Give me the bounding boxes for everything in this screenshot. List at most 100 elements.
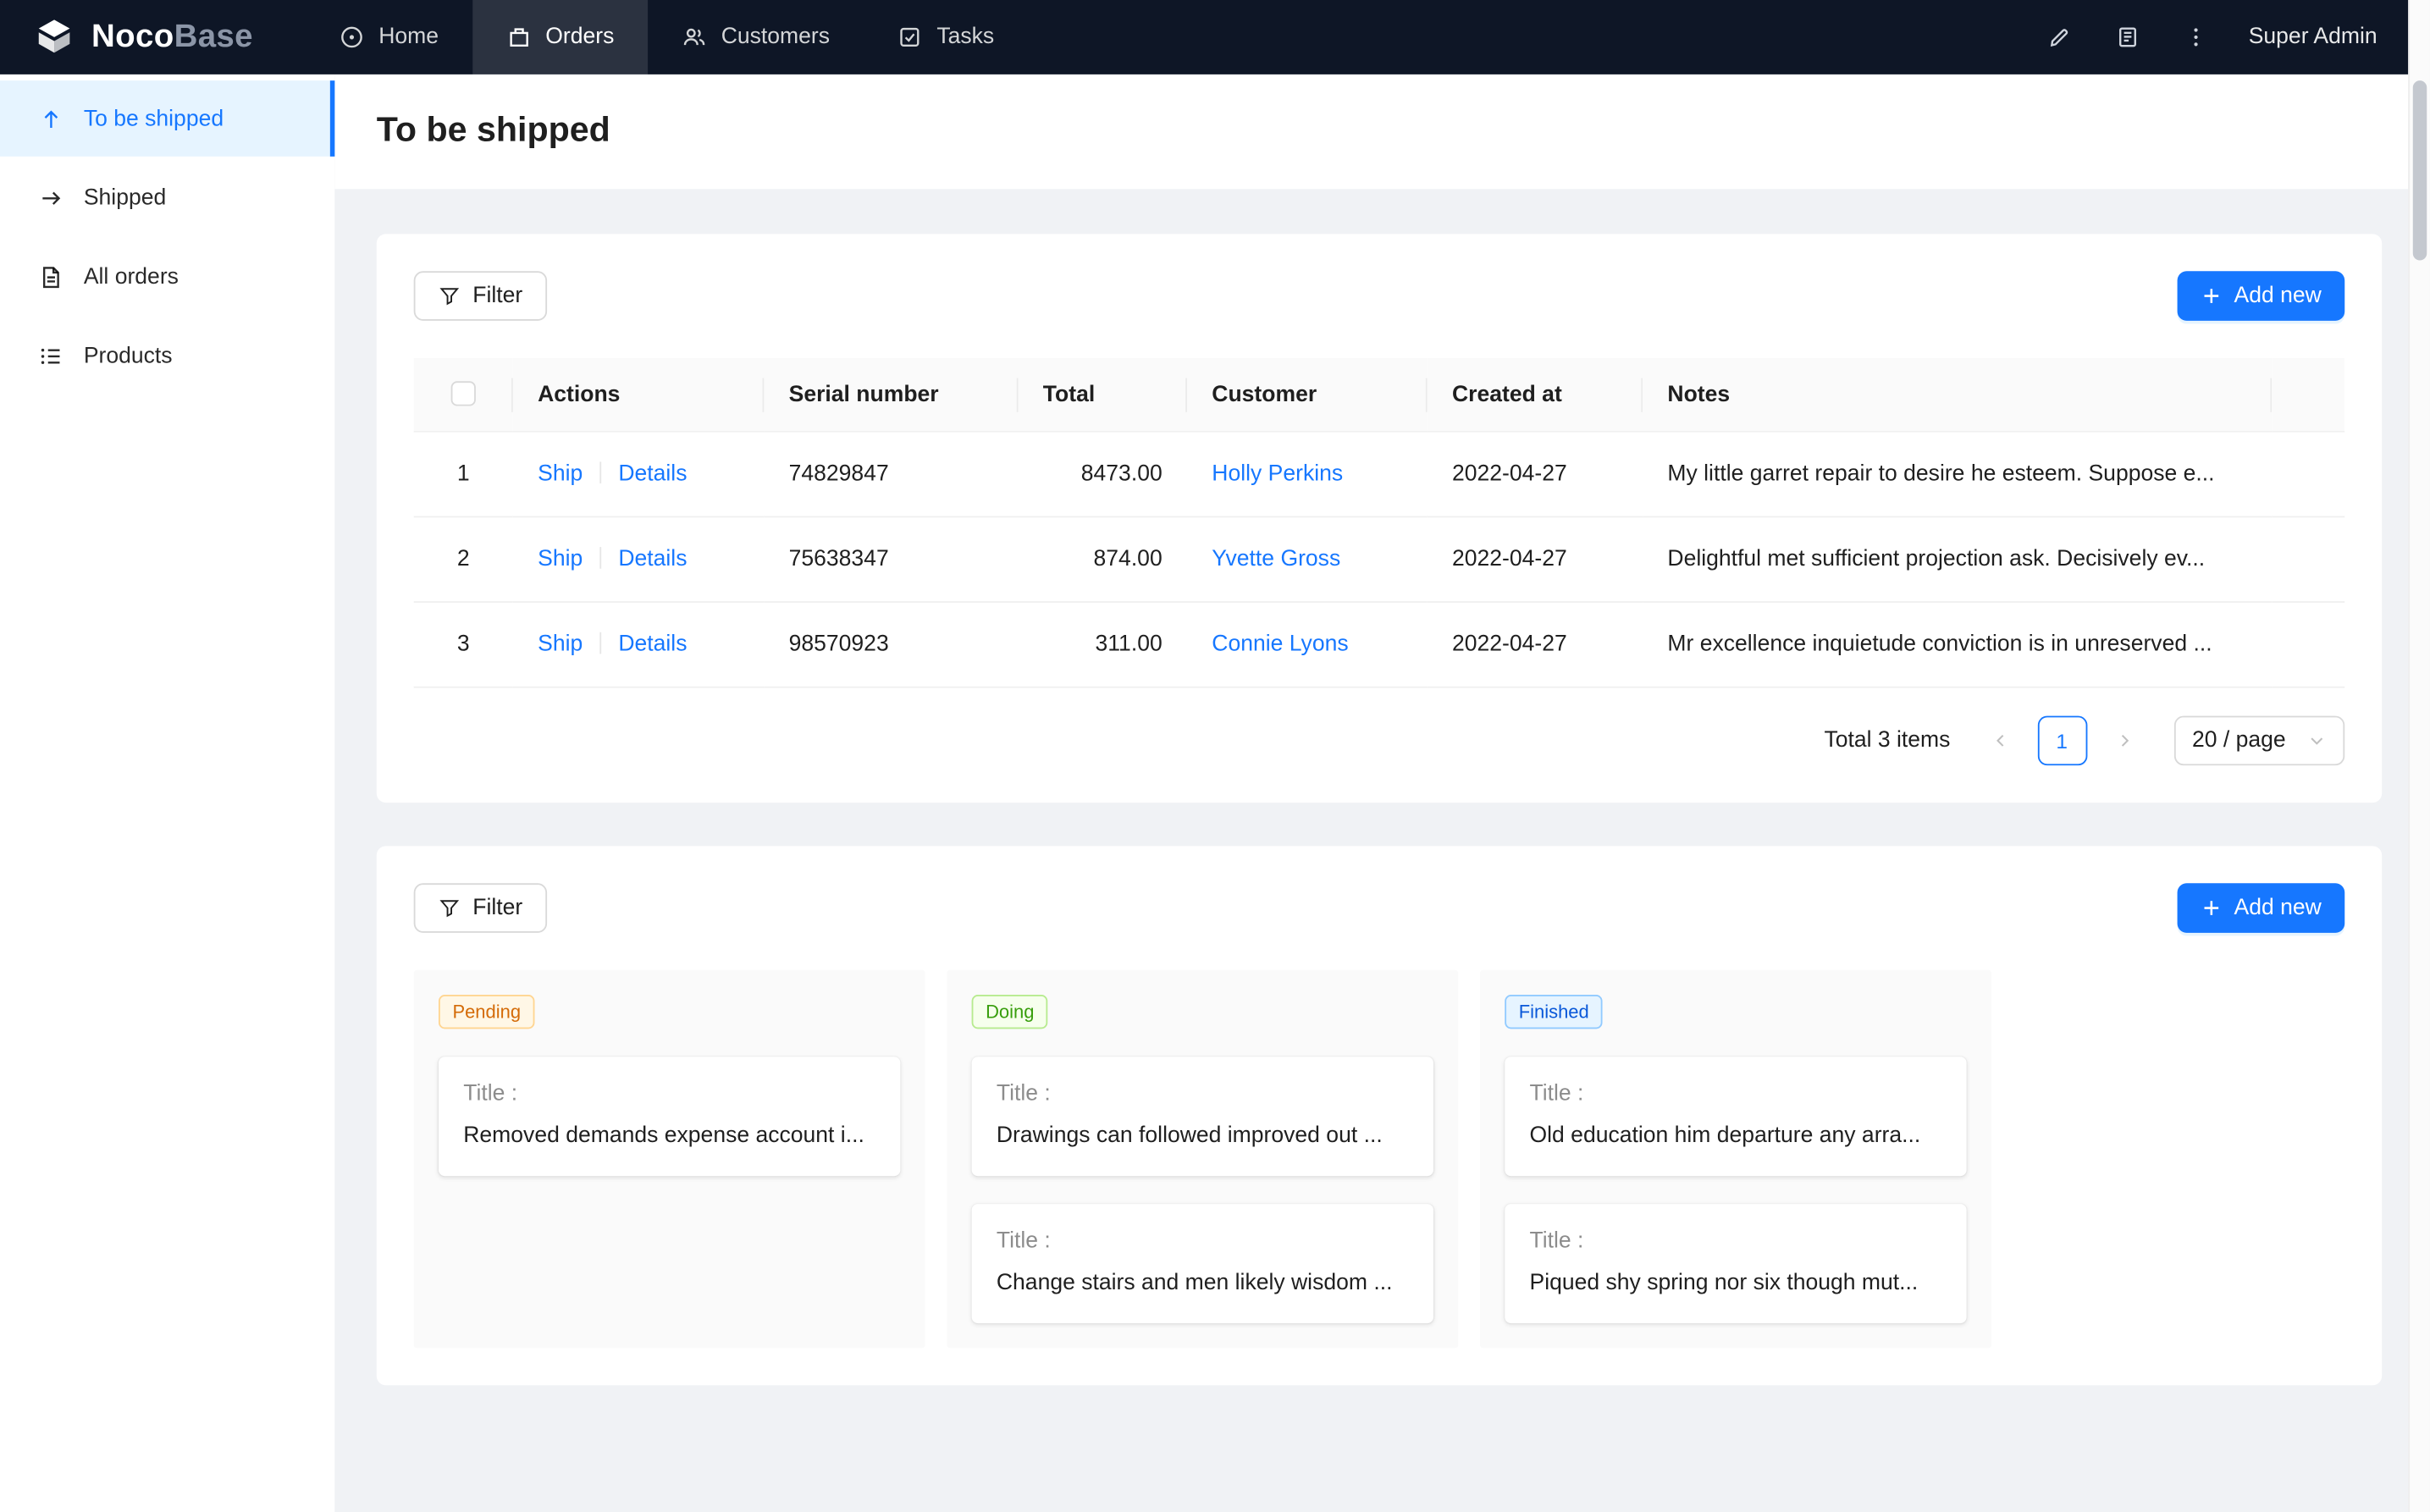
column-header-created-at[interactable]: Created at [1428,358,1643,432]
nav-tasks-label: Tasks [936,25,994,49]
serial-number-cell: 74829847 [764,432,1018,517]
logo-base: Base [174,19,253,54]
notes-cell: Mr excellence inquietude conviction is i… [1643,602,2272,687]
main-area: To be shipped Filter [334,74,2408,1512]
pagination-prev-button[interactable] [1975,716,2025,766]
orders-table: Actions Serial number Total Customer Cre… [414,358,2345,688]
kanban-filter-button[interactable]: Filter [414,883,548,933]
sidebar-item-all-orders[interactable]: All orders [0,239,334,315]
card-field-label: Title : [463,1082,875,1106]
add-new-button[interactable]: Add new [2177,271,2344,321]
card-field-label: Title : [997,1082,1409,1106]
filter-icon [439,897,461,919]
customer-link[interactable]: Yvette Gross [1212,547,1340,571]
nav-orders[interactable]: Orders [472,0,648,74]
serial-number-cell: 75638347 [764,516,1018,602]
kanban-card[interactable]: Title : Piqued shy spring nor six though… [1505,1204,1966,1323]
divider [599,632,601,654]
home-icon [340,25,364,49]
column-header-customer[interactable]: Customer [1187,358,1428,432]
notes-cell: Delightful met sufficient projection ask… [1643,516,2272,602]
divider [599,547,601,569]
plus-icon [2200,897,2222,919]
sidebar-item-products[interactable]: Products [0,317,334,394]
card-field-label: Title : [997,1228,1409,1253]
details-link[interactable]: Details [618,547,687,571]
page-title: To be shipped [377,110,2366,151]
card-title-text: Piqued shy spring nor six though mut... [1530,1271,1942,1295]
row-index: 1 [414,432,513,517]
orders-toolbar: Filter Add new [414,271,2345,321]
table-header-row: Actions Serial number Total Customer Cre… [414,358,2345,432]
column-header-notes[interactable]: Notes [1643,358,2272,432]
table-row[interactable]: 1 Ship Details 74829847 8473.00 Holly Per… [414,432,2345,517]
kanban-card[interactable]: Title : Old education him departure any … [1505,1057,1966,1176]
column-header-actions[interactable]: Actions [513,358,765,432]
status-badge: Doing [972,995,1048,1029]
list-icon [39,343,64,367]
nav-customers[interactable]: Customers [649,0,864,74]
customer-link[interactable]: Connie Lyons [1212,632,1348,657]
sidebar: To be shipped Shipped All orders Pro [0,74,334,1512]
customer-link[interactable]: Holly Perkins [1212,461,1343,486]
filter-button[interactable]: Filter [414,271,548,321]
sidebar-item-to-be-shipped[interactable]: To be shipped [0,80,334,157]
tasks-kanban-block: Filter Add new Pending [377,846,2382,1385]
row-actions: Ship Details [513,602,765,687]
kanban-filter-button-label: Filter [472,896,522,920]
row-actions: Ship Details [513,432,765,517]
ui-editor-highlighter-icon[interactable] [2031,13,2087,63]
column-header-serial[interactable]: Serial number [764,358,1018,432]
kanban-card[interactable]: Title : Change stairs and men likely wis… [972,1204,1433,1323]
divider [599,461,601,483]
select-all-checkbox[interactable] [451,381,476,406]
logo[interactable]: NocoBase [0,0,284,74]
tasks-icon [898,25,923,49]
document-icon [39,264,64,289]
topbar: NocoBase Home Orders [0,0,2408,74]
more-menu-icon[interactable] [2168,13,2224,63]
table-row[interactable]: 3 ShipDetails 98570923 311.00 Connie Lyo… [414,602,2345,687]
pagination-total: Total 3 items [1824,728,1950,753]
nocobase-logo-icon [31,14,78,60]
nav-customers-label: Customers [721,25,830,49]
nav-home[interactable]: Home [306,0,472,74]
scrollbar-thumb[interactable] [2413,80,2427,260]
table-row[interactable]: 2 ShipDetails 75638347 874.00 Yvette Gro… [414,516,2345,602]
pagination-next-button[interactable] [2099,716,2149,766]
sidebar-item-label: Products [84,343,173,367]
row-actions: Ship Details [513,516,765,602]
kanban-add-new-button-label: Add new [2234,896,2321,920]
customers-icon [682,25,707,49]
total-cell: 8473.00 [1019,432,1188,517]
sidebar-item-label: To be shipped [84,106,224,130]
kanban-add-new-button[interactable]: Add new [2177,883,2344,933]
add-new-button-label: Add new [2234,284,2321,308]
page-size-select[interactable]: 20 / page [2173,716,2344,766]
ship-link[interactable]: Ship [538,632,583,657]
vertical-scrollbar[interactable] [2408,0,2430,1512]
api-doc-icon[interactable] [2100,13,2156,63]
column-header-total[interactable]: Total [1019,358,1188,432]
kanban-card[interactable]: Title : Removed demands expense account … [439,1057,900,1176]
sidebar-item-shipped[interactable]: Shipped [0,160,334,236]
card-field-label: Title : [1530,1228,1942,1253]
notes-cell: My little garret repair to desire he est… [1643,432,2272,517]
details-link[interactable]: Details [618,632,687,657]
ship-link[interactable]: Ship [538,461,583,486]
details-link[interactable]: Details [618,461,687,486]
card-field-label: Title : [1530,1082,1942,1106]
ship-link[interactable]: Ship [538,547,583,571]
kanban-card[interactable]: Title : Drawings can followed improved o… [972,1057,1433,1176]
kanban-board: Pending Title : Removed demands expense … [414,970,2345,1349]
chevron-right-icon [2114,731,2133,750]
nav-tasks[interactable]: Tasks [864,0,1028,74]
orders-table-block: Filter Add new [377,234,2382,803]
filter-button-label: Filter [472,284,522,308]
user-menu[interactable]: Super Admin [2249,25,2378,49]
sidebar-item-label: All orders [84,264,179,289]
pagination-page-1[interactable]: 1 [2037,716,2087,766]
top-navigation: Home Orders Customers [306,0,2031,74]
kanban-toolbar: Filter Add new [414,883,2345,933]
logo-noco: Noco [91,19,174,54]
